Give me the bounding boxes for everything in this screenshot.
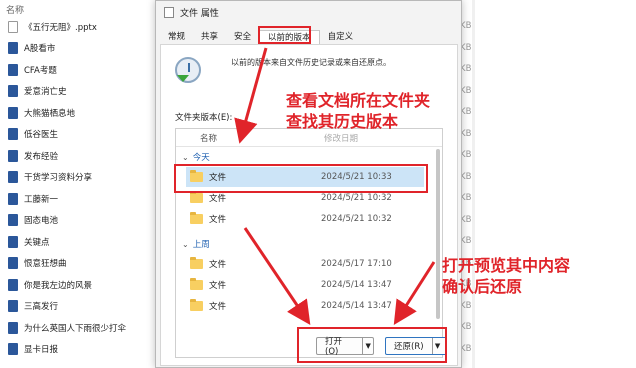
explorer-file-name: 低谷医生	[24, 130, 59, 140]
annotation-note-1: 查看文档所在文件夹 查找其历史版本	[286, 90, 430, 132]
dialog-titlebar[interactable]: 文件 属性	[156, 1, 461, 23]
explorer-file-name: A股看市	[24, 44, 56, 54]
explorer-file-name: CFA考题	[24, 65, 57, 76]
annotation-note-2-line-1: 打开预览其中内容	[442, 256, 571, 275]
word-file-icon	[8, 171, 18, 183]
word-file-icon	[8, 343, 18, 355]
explorer-file-row[interactable]: 三高发行	[0, 298, 150, 315]
explorer-file-row[interactable]: 显卡日报	[0, 341, 150, 358]
word-file-icon	[8, 42, 18, 54]
annotation-note-2: 打开预览其中内容 确认后还原	[442, 255, 570, 297]
tab-sharing[interactable]: 共享	[193, 30, 226, 44]
file-icon	[164, 6, 174, 18]
explorer-file-row[interactable]: 干货学习资料分享	[0, 169, 150, 186]
explorer-file-row[interactable]: 工藤新一	[0, 190, 150, 207]
column-name-header[interactable]: 名称	[200, 132, 320, 144]
explorer-file-name: 固态电池	[24, 216, 59, 226]
version-group-label: 上周	[192, 240, 210, 250]
tab-security[interactable]: 安全	[226, 30, 259, 44]
explorer-file-name: 为什么英国人下雨很少打伞	[24, 323, 127, 334]
restore-arrow-icon	[177, 75, 189, 84]
explorer-file-name: 你是我左边的风景	[24, 280, 93, 291]
explorer-file-row[interactable]: 大熊猫栖息地	[0, 104, 150, 121]
word-file-icon	[8, 214, 18, 226]
pptx-file-icon	[8, 20, 18, 33]
version-row[interactable]: 文件 2024/5/14 13:47	[186, 275, 424, 295]
folder-icon	[190, 278, 203, 290]
version-group-header[interactable]: ⌄ 上周	[182, 238, 210, 251]
word-file-icon	[8, 257, 18, 269]
column-date-header[interactable]: 修改日期	[324, 132, 358, 144]
word-file-icon	[8, 321, 18, 334]
word-file-icon	[8, 192, 18, 205]
word-file-icon	[8, 128, 18, 140]
versions-listbox[interactable]: 名称 修改日期 ⌄ 今天 文件 2024/5/21 10:33 文件 2024/5/21 …	[175, 128, 443, 358]
explorer-scrollbar[interactable]	[472, 0, 475, 368]
word-file-icon	[8, 106, 18, 119]
explorer-file-row[interactable]: 低谷医生	[0, 126, 150, 143]
explorer-name-header[interactable]: 名称	[6, 3, 24, 16]
explorer-file-row[interactable]: 关键点	[0, 233, 150, 250]
word-file-icon	[8, 235, 18, 248]
word-file-icon	[8, 300, 18, 312]
explorer-file-name: 工藤新一	[24, 194, 59, 205]
explorer-file-name: 《五行无阻》.pptx	[24, 22, 97, 33]
version-row[interactable]: 文件 2024/5/17 17:10	[186, 254, 424, 274]
explorer-file-row[interactable]: 你是我左边的风景	[0, 276, 150, 293]
explorer-file-row[interactable]: 《五行无阻》.pptx	[0, 18, 150, 35]
explorer-file-name: 发布经验	[24, 151, 59, 162]
version-date: 2024/5/17 17:10	[321, 259, 392, 269]
explorer-file-row[interactable]: 固态电池	[0, 212, 150, 229]
version-row[interactable]: 文件 2024/5/14 13:47	[186, 296, 424, 316]
tab-customize[interactable]: 自定义	[320, 30, 362, 44]
explorer-file-name: 爱意消亡史	[24, 87, 67, 97]
version-name: 文件	[209, 281, 227, 291]
version-name: 文件	[209, 302, 227, 312]
explorer-file-name: 关键点	[24, 237, 50, 248]
explorer-file-name: 三高发行	[24, 302, 59, 312]
folder-icon	[190, 257, 203, 269]
explorer-file-row[interactable]: A股看市	[0, 40, 150, 57]
word-file-icon	[8, 85, 18, 97]
explorer-file-row[interactable]: 爱意消亡史	[0, 83, 150, 100]
annotation-box-selected-version	[174, 164, 428, 193]
explorer-file-name: 大熊猫栖息地	[24, 108, 76, 119]
annotation-note-1-line-2: 查找其历史版本	[286, 112, 399, 131]
explorer-file-name: 恨意狂想曲	[24, 259, 67, 269]
word-file-icon	[8, 278, 18, 291]
annotation-box-action-buttons	[297, 327, 447, 363]
explorer-file-row[interactable]: 恨意狂想曲	[0, 255, 150, 272]
chevron-down-icon[interactable]: ⌄	[182, 240, 189, 249]
folder-icon	[190, 191, 203, 203]
folder-versions-label: 文件夹版本(E):	[175, 113, 233, 123]
version-group-header[interactable]: ⌄ 今天	[182, 151, 210, 164]
word-file-icon	[8, 63, 18, 76]
annotation-box-previous-versions-tab	[258, 26, 311, 44]
versions-scrollbar[interactable]	[436, 149, 440, 319]
version-date: 2024/5/21 10:32	[321, 193, 392, 203]
version-date: 2024/5/21 10:32	[321, 214, 392, 224]
explorer-file-row[interactable]: CFA考题	[0, 61, 150, 78]
version-group-label: 今天	[192, 153, 210, 163]
chevron-down-icon[interactable]: ⌄	[182, 153, 189, 162]
folder-icon	[190, 212, 203, 224]
version-name: 文件	[209, 260, 227, 270]
explorer-file-row[interactable]: 为什么英国人下雨很少打伞	[0, 319, 150, 336]
explorer-file-name: 显卡日报	[24, 345, 59, 355]
explorer-file-name: 干货学习资料分享	[24, 173, 93, 183]
version-name: 文件	[209, 194, 227, 204]
version-name: 文件	[209, 215, 227, 225]
annotation-note-1-line-1: 查看文档所在文件夹	[286, 91, 431, 110]
folder-icon	[190, 299, 203, 311]
version-row[interactable]: 文件 2024/5/21 10:32	[186, 209, 424, 229]
version-date: 2024/5/14 13:47	[321, 280, 392, 290]
version-date: 2024/5/14 13:47	[321, 301, 392, 311]
explorer-file-row[interactable]: 发布经验	[0, 147, 150, 164]
word-file-icon	[8, 149, 18, 162]
previous-versions-description: 以前的版本来自文件历史记录或来自还原点。	[231, 58, 391, 67]
annotation-note-2-line-2: 确认后还原	[442, 277, 523, 296]
dialog-title: 文件 属性	[180, 8, 219, 19]
tab-general[interactable]: 常规	[160, 30, 193, 44]
